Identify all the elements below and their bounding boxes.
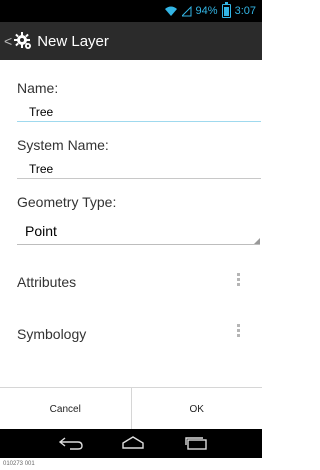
figure-caption: 010273 001	[3, 461, 35, 467]
symbology-overflow-icon[interactable]	[237, 324, 241, 337]
spinner-dropdown-icon[interactable]	[254, 238, 260, 244]
name-label: Name:	[17, 80, 59, 96]
phone-screen: 94% 3:07 < New Layer Name: Tree System N…	[0, 0, 262, 458]
status-icons: 94% 3:07	[164, 2, 256, 18]
cell-signal-icon	[181, 5, 192, 17]
back-icon[interactable]	[58, 436, 84, 455]
dialog-button-bar: Cancel OK	[0, 387, 262, 430]
ok-button[interactable]: OK	[130, 388, 263, 430]
attributes-overflow-icon[interactable]	[237, 273, 241, 286]
system-name-label: System Name:	[17, 137, 109, 153]
attributes-row[interactable]: Attributes	[17, 274, 76, 290]
status-bar: 94% 3:07	[0, 0, 262, 22]
back-chevron-icon[interactable]: <	[4, 33, 12, 49]
system-name-underline	[17, 178, 261, 179]
home-icon[interactable]	[120, 436, 146, 455]
name-input[interactable]: Tree	[29, 105, 53, 119]
geometry-type-spinner[interactable]: Point	[25, 223, 57, 239]
name-input-underline	[17, 121, 261, 122]
spinner-underline	[17, 244, 260, 245]
page-title: New Layer	[37, 32, 109, 50]
clock: 3:07	[234, 5, 256, 17]
system-name-input[interactable]: Tree	[29, 162, 53, 176]
battery-percent: 94%	[195, 5, 218, 17]
cancel-button[interactable]: Cancel	[0, 388, 131, 430]
form-content: Name: Tree System Name: Tree Geometry Ty…	[0, 60, 262, 387]
action-bar: < New Layer	[0, 22, 262, 60]
navigation-bar	[0, 429, 262, 458]
geometry-type-label: Geometry Type:	[17, 194, 117, 210]
gear-icon[interactable]	[14, 32, 32, 50]
wifi-icon	[164, 6, 178, 17]
recent-apps-icon[interactable]	[183, 436, 209, 455]
battery-icon	[221, 2, 231, 18]
symbology-row[interactable]: Symbology	[17, 326, 86, 342]
